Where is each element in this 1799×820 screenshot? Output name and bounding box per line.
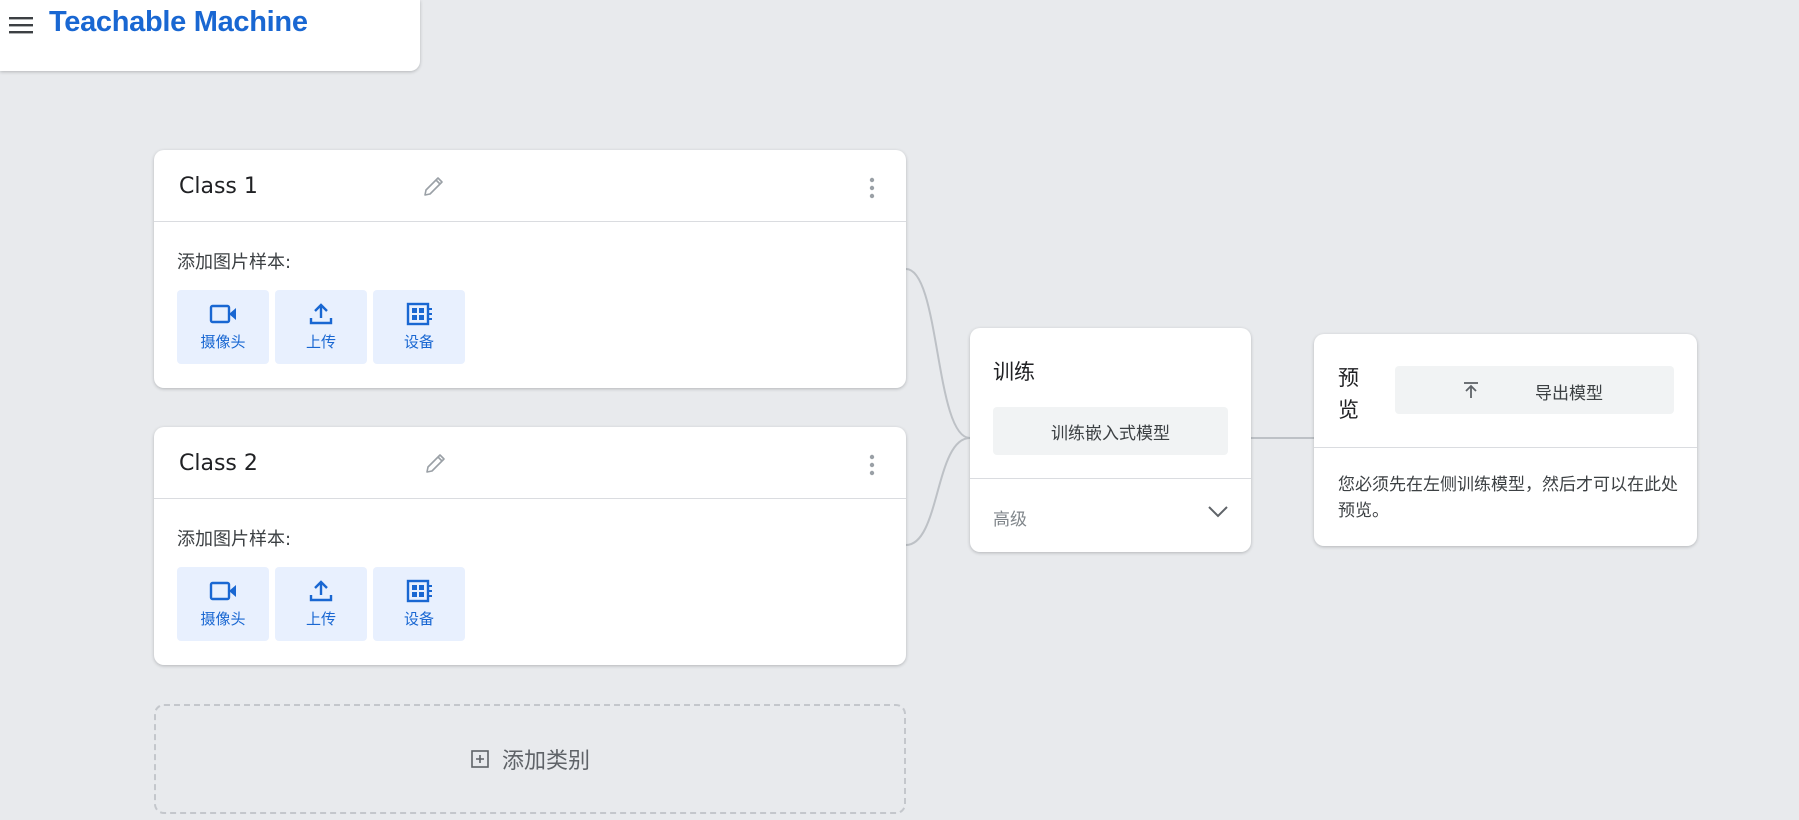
class-card-2: Class 2 添加图片样本: 摄像头 上传 设备 [154, 427, 906, 665]
samples-label: 添加图片样本: [177, 529, 292, 550]
more-vert-icon[interactable] [868, 176, 876, 200]
add-class-label: 添加类别 [501, 749, 590, 774]
add-box-icon [471, 750, 489, 768]
class-card-header: Class 1 [154, 150, 906, 222]
class-card-1: Class 1 添加图片样本: 摄像头 上传 设备 [154, 150, 906, 388]
webcam-label: 摄像头 [200, 333, 246, 351]
webcam-button[interactable]: 摄像头 [177, 290, 269, 364]
class-name[interactable]: Class 1 [179, 174, 258, 199]
preview-message: 您必须先在左侧训练模型，然后才可以在此处预览。 [1338, 475, 1678, 521]
pencil-icon[interactable] [420, 174, 446, 200]
menu-icon[interactable] [8, 14, 34, 36]
webcam-button[interactable]: 摄像头 [177, 567, 269, 641]
samples-label: 添加图片样本: [177, 252, 292, 273]
export-icon [1464, 382, 1478, 398]
upload-label: 上传 [305, 333, 336, 351]
preview-card: 预览 导出模型 您必须先在左侧训练模型，然后才可以在此处预览。 [1314, 334, 1697, 546]
app-title[interactable]: Teachable Machine [49, 6, 308, 39]
connector-class-1 [905, 268, 971, 439]
export-model-label: 导出模型 [1535, 384, 1603, 404]
webcam-icon [209, 581, 236, 601]
class-name[interactable]: Class 2 [179, 451, 258, 476]
divider [1314, 447, 1697, 448]
upload-button[interactable]: 上传 [275, 567, 367, 641]
device-label: 设备 [403, 610, 434, 628]
upload-icon [309, 580, 333, 602]
train-model-button[interactable]: 训练嵌入式模型 [993, 407, 1228, 455]
upload-button[interactable]: 上传 [275, 290, 367, 364]
pencil-icon[interactable] [422, 451, 448, 477]
class-card-header: Class 2 [154, 427, 906, 499]
advanced-label: 高级 [993, 510, 1027, 530]
upload-icon [309, 303, 333, 325]
sample-buttons: 摄像头 上传 设备 [177, 567, 465, 641]
advanced-toggle[interactable]: 高级 [970, 479, 1251, 552]
device-button[interactable]: 设备 [373, 567, 465, 641]
connector-class-2 [905, 437, 971, 546]
app-header: Teachable Machine [0, 0, 420, 71]
device-icon [406, 302, 432, 326]
more-vert-icon[interactable] [868, 453, 876, 477]
sample-buttons: 摄像头 上传 设备 [177, 290, 465, 364]
add-class-button[interactable]: 添加类别 [154, 704, 906, 814]
device-icon [406, 579, 432, 603]
training-title: 训练 [993, 360, 1035, 384]
chevron-down-icon [1208, 506, 1228, 518]
upload-label: 上传 [305, 610, 336, 628]
preview-title: 预览 [1338, 366, 1359, 422]
export-model-button[interactable]: 导出模型 [1395, 366, 1674, 414]
webcam-label: 摄像头 [200, 610, 246, 628]
device-button[interactable]: 设备 [373, 290, 465, 364]
device-label: 设备 [403, 333, 434, 351]
training-card: 训练 训练嵌入式模型 高级 [970, 328, 1251, 552]
webcam-icon [209, 304, 236, 324]
app-canvas: Teachable Machine Class 1 添加图片样本: 摄像头 上传… [0, 0, 1799, 820]
